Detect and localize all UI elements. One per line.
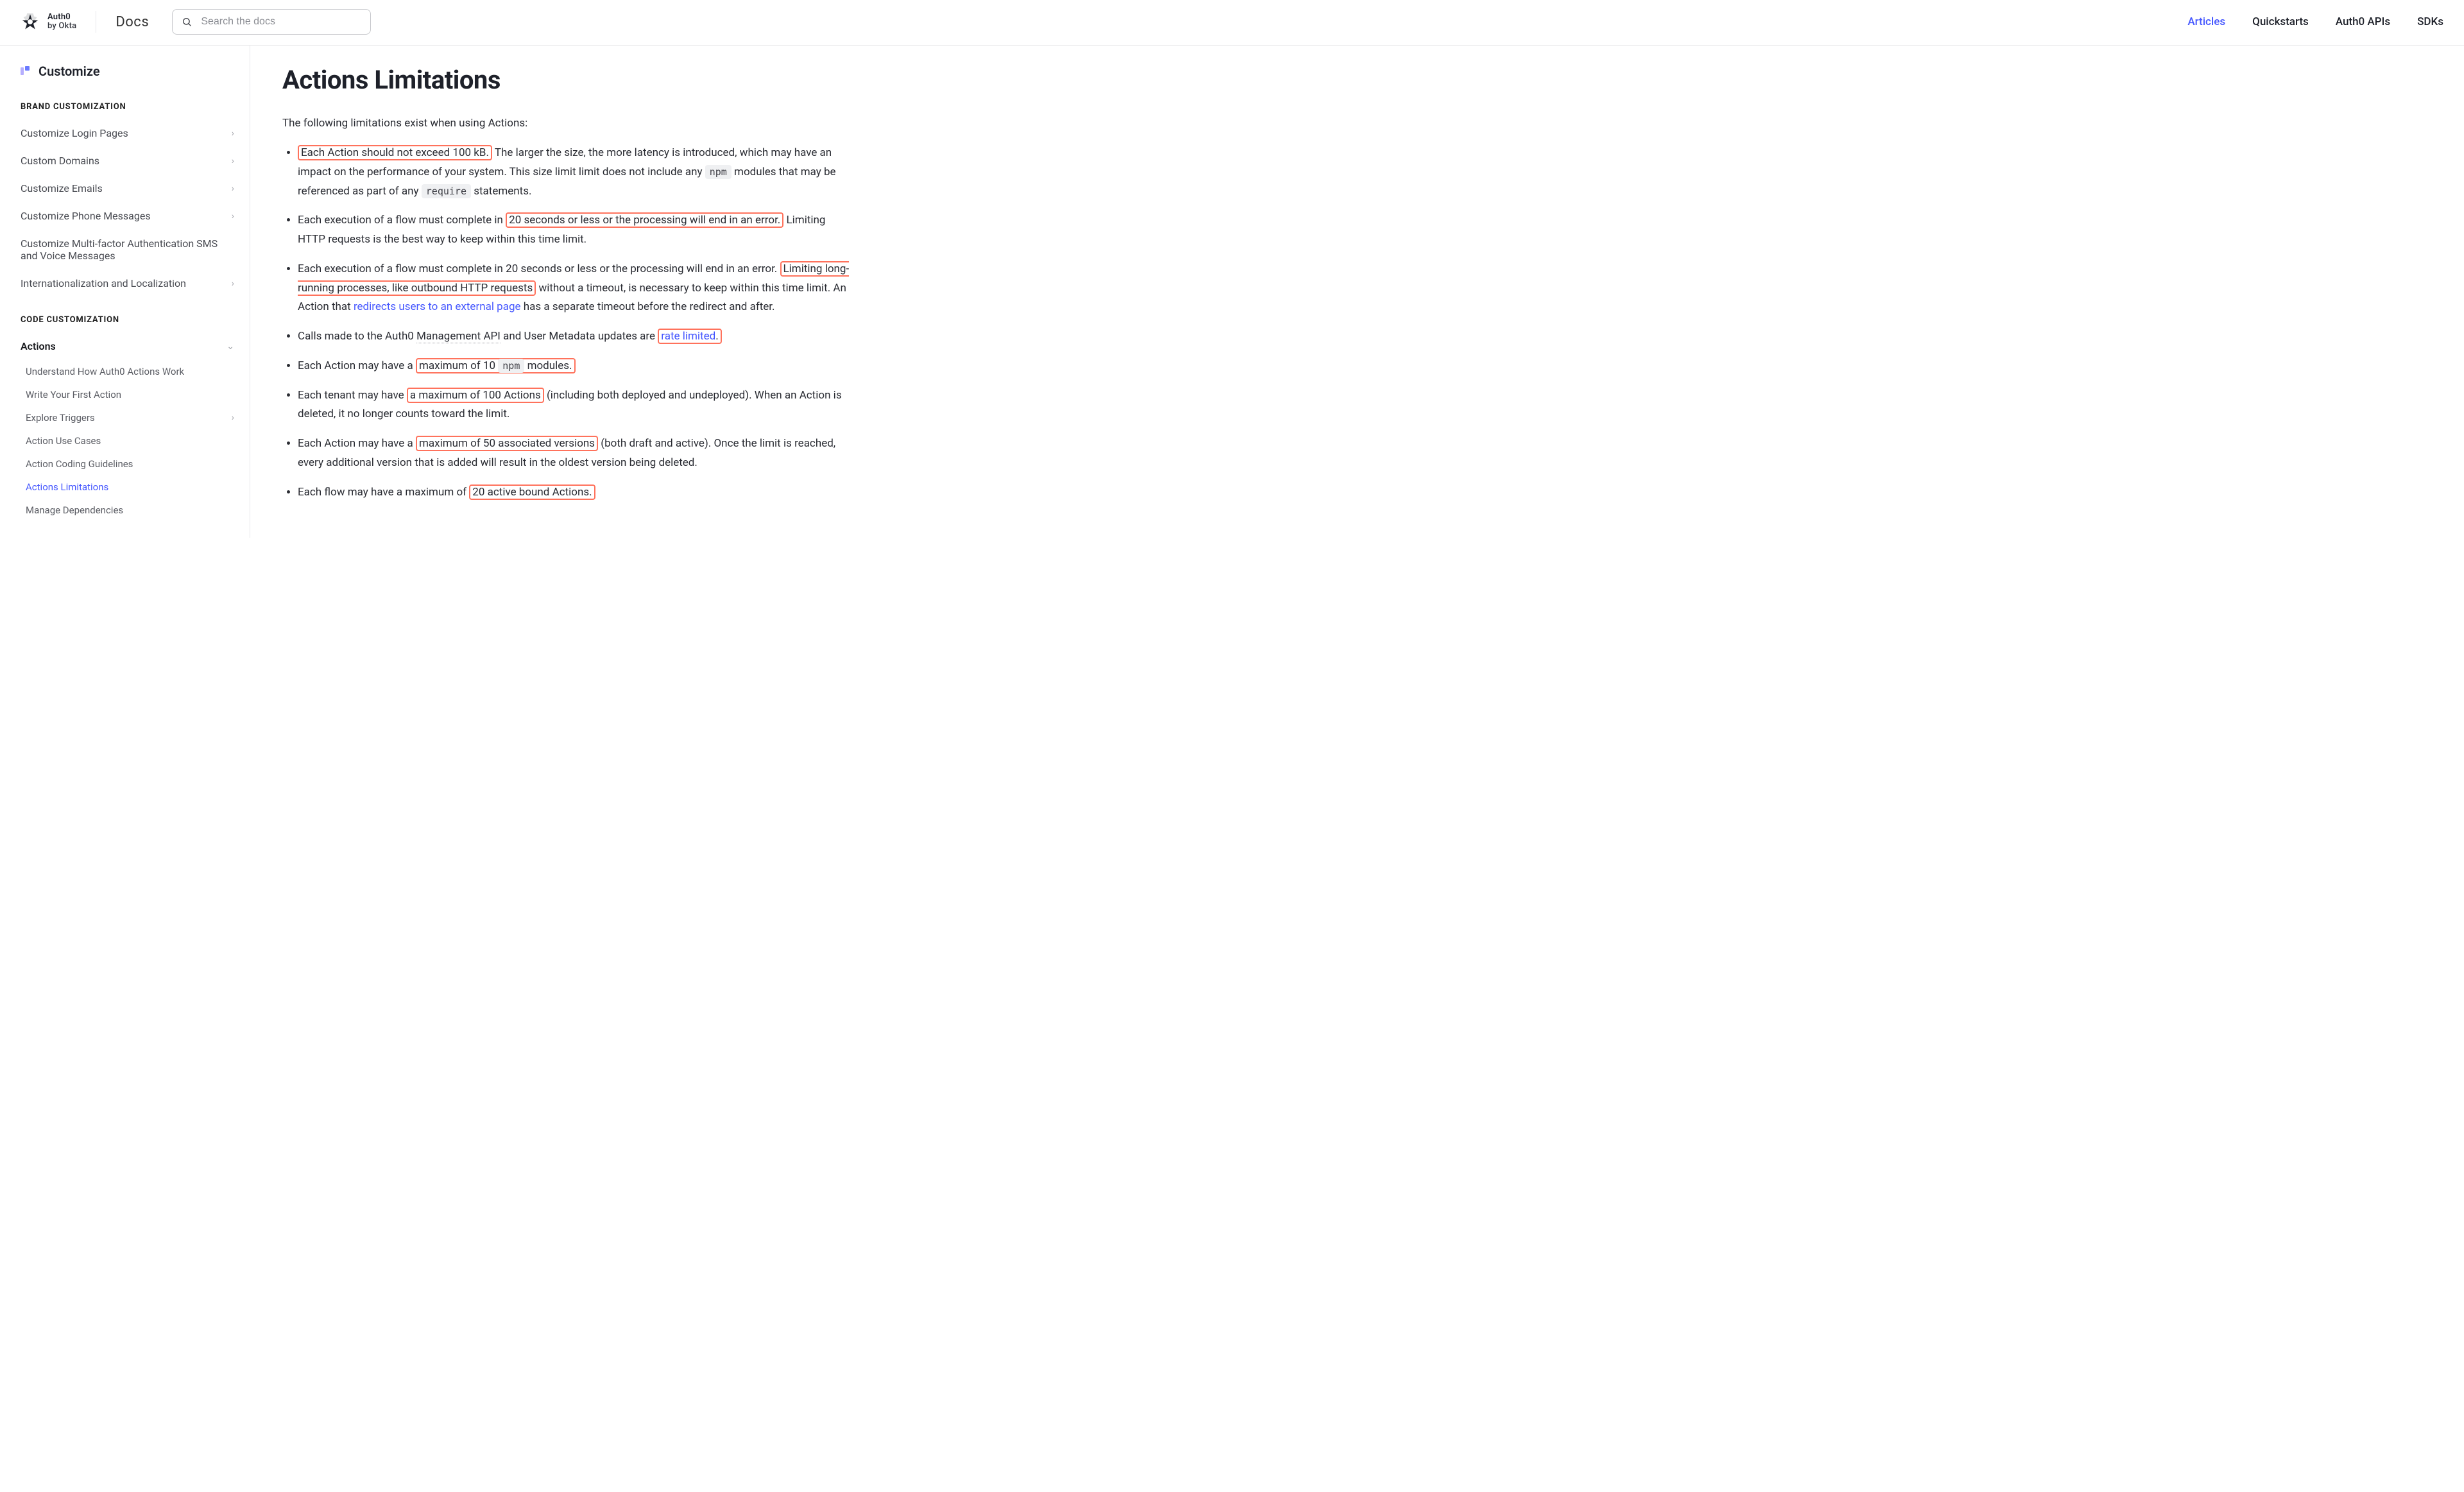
text: Each Action may have a: [298, 437, 416, 450]
sidebar-sublist-actions: Understand How Auth0 Actions Work Write …: [26, 360, 234, 522]
limitations-list: Each Action should not exceed 100 kB. Th…: [282, 144, 853, 502]
article: Actions Limitations The following limita…: [250, 46, 879, 538]
sidebar-item-login-pages[interactable]: Customize Login Pages ›: [21, 119, 234, 147]
sidebar-sub-understand[interactable]: Understand How Auth0 Actions Work: [26, 360, 234, 383]
sidebar-page-title: Customize: [38, 64, 100, 79]
page-title: Actions Limitations: [282, 65, 853, 95]
search-box[interactable]: [172, 9, 371, 35]
brand-text: Auth0 by Okta: [47, 13, 76, 30]
primary-nav: Articles Quickstarts Auth0 APIs SDKs: [2187, 15, 2443, 28]
text: Each Action may have a: [298, 359, 413, 372]
highlight: a maximum of 100 Actions: [407, 388, 544, 403]
text: Each execution of a flow must complete i…: [298, 262, 780, 275]
chevron-down-icon: ⌄: [227, 341, 234, 352]
sidebar-item-label: Customize Multi-factor Authentication SM…: [21, 237, 234, 262]
tooltip-term[interactable]: Management API: [416, 330, 501, 343]
search-input[interactable]: [200, 15, 361, 28]
chevron-right-icon: ›: [232, 413, 234, 423]
intro-text: The following limitations exist when usi…: [282, 114, 853, 132]
sidebar-item-phone-messages[interactable]: Customize Phone Messages ›: [21, 202, 234, 230]
nav-auth0-apis[interactable]: Auth0 APIs: [2336, 15, 2390, 28]
sidebar-item-label: Custom Domains: [21, 155, 99, 167]
highlight: 20 active bound Actions.: [469, 484, 595, 500]
sidebar-sub-limitations[interactable]: Actions Limitations: [26, 476, 234, 499]
sidebar-sub-coding[interactable]: Action Coding Guidelines: [26, 452, 234, 476]
chevron-right-icon: ›: [232, 156, 234, 166]
chevron-right-icon: ›: [232, 184, 234, 194]
code-require: require: [422, 184, 471, 198]
list-item: Calls made to the Auth0 Management API a…: [298, 327, 853, 347]
nav-quickstarts[interactable]: Quickstarts: [2252, 15, 2309, 28]
sidebar-section-code: CODE CUSTOMIZATION: [21, 315, 234, 325]
highlight: Each Action should not exceed 100 kB.: [298, 145, 492, 160]
search-icon: [182, 16, 192, 28]
text: Each execution of a flow must complete i…: [298, 214, 503, 227]
list-item: Each tenant may have a maximum of 100 Ac…: [298, 386, 853, 425]
sidebar-list-code: Actions ⌄ Understand How Auth0 Actions W…: [21, 332, 234, 522]
sidebar-section-brand: BRAND CUSTOMIZATION: [21, 102, 234, 112]
auth0-logo-icon: [21, 12, 40, 31]
text: Each flow may have a maximum of: [298, 486, 469, 499]
text: has a separate timeout before the redire…: [521, 300, 775, 313]
sidebar-sub-manage-deps[interactable]: Manage Dependencies: [26, 499, 234, 522]
sidebar-sub-write-first[interactable]: Write Your First Action: [26, 383, 234, 406]
list-item: Each Action may have a maximum of 10 npm…: [298, 357, 853, 376]
code-npm: npm: [705, 165, 732, 179]
sidebar-item-i18n[interactable]: Internationalization and Localization ›: [21, 270, 234, 297]
chevron-right-icon: ›: [232, 211, 234, 221]
sidebar-list-brand: Customize Login Pages › Custom Domains › C…: [21, 119, 234, 297]
highlight: maximum of 50 associated versions: [416, 436, 598, 451]
text: and User Metadata updates are: [501, 330, 658, 343]
list-item: Each Action may have a maximum of 50 ass…: [298, 434, 853, 473]
list-item: Each execution of a flow must complete i…: [298, 211, 853, 250]
sidebar-item-custom-domains[interactable]: Custom Domains ›: [21, 147, 234, 175]
text: statements.: [471, 185, 532, 198]
text: Each tenant may have: [298, 389, 407, 402]
list-item: Each flow may have a maximum of 20 activ…: [298, 483, 853, 502]
sidebar-item-label: Internationalization and Localization: [21, 277, 186, 289]
list-item: Each execution of a flow must complete i…: [298, 260, 853, 317]
highlight: rate limited.: [658, 329, 721, 344]
text: Calls made to the Auth0: [298, 330, 416, 343]
text: modules.: [524, 359, 572, 372]
code-npm: npm: [498, 359, 524, 373]
sidebar-item-label: Customize Login Pages: [21, 127, 128, 139]
sidebar-item-label: Customize Emails: [21, 182, 103, 194]
list-item: Each Action should not exceed 100 kB. Th…: [298, 144, 853, 201]
text: .: [715, 330, 718, 343]
sidebar-item-mfa-sms-voice[interactable]: Customize Multi-factor Authentication SM…: [21, 230, 234, 270]
chevron-right-icon: ›: [232, 128, 234, 139]
chevron-right-icon: ›: [232, 279, 234, 289]
sidebar-item-label: Customize Phone Messages: [21, 210, 151, 222]
brand-logo[interactable]: Auth0 by Okta: [21, 12, 76, 31]
brand-sub: by Okta: [47, 22, 76, 31]
header: Auth0 by Okta Docs Articles Quickstarts …: [0, 0, 2464, 46]
sidebar: Customize BRAND CUSTOMIZATION Customize …: [0, 46, 250, 538]
sidebar-item-customize-emails[interactable]: Customize Emails ›: [21, 175, 234, 202]
sidebar-page-head: Customize: [21, 64, 234, 79]
sidebar-sub-triggers[interactable]: Explore Triggers ›: [26, 406, 234, 429]
highlight: maximum of 10 npm modules.: [416, 358, 576, 373]
sidebar-item-label: Explore Triggers: [26, 412, 95, 424]
highlight: 20 seconds or less or the processing wil…: [506, 212, 783, 228]
customize-icon: [21, 66, 31, 76]
sidebar-item-actions[interactable]: Actions ⌄: [21, 332, 234, 360]
brand-top: Auth0: [47, 13, 76, 22]
link-redirect-external[interactable]: redirects users to an external page: [354, 300, 521, 313]
sidebar-item-label: Actions: [21, 340, 56, 352]
nav-sdks[interactable]: SDKs: [2417, 15, 2443, 28]
text: maximum of 10: [419, 359, 498, 372]
docs-label[interactable]: Docs: [116, 14, 149, 30]
link-rate-limited[interactable]: rate limited: [661, 330, 715, 343]
nav-articles[interactable]: Articles: [2187, 15, 2225, 28]
sidebar-sub-use-cases[interactable]: Action Use Cases: [26, 429, 234, 452]
